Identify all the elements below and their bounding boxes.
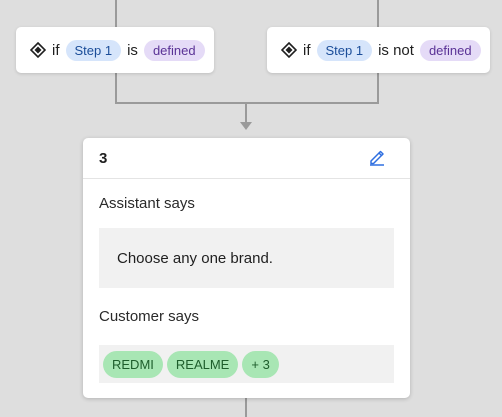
condition-operator: is	[127, 41, 138, 59]
condition-step-pill[interactable]: Step 1	[65, 39, 122, 61]
assistant-message: Choose any one brand.	[117, 249, 273, 267]
customer-option-chip[interactable]: REALME	[166, 350, 239, 378]
condition-value-pill[interactable]: defined	[419, 39, 481, 61]
connector-merge	[115, 102, 379, 104]
step-card[interactable]: 3 Assistant says Choose any one brand. C…	[83, 138, 410, 398]
customer-says-label: Customer says	[99, 308, 200, 325]
condition-value-pill[interactable]: defined	[143, 39, 205, 61]
connector-to-step	[245, 102, 247, 124]
connector-right-top	[377, 0, 379, 27]
condition-step-pill[interactable]: Step 1	[316, 39, 373, 61]
condition-prefix: if	[52, 41, 60, 59]
pencil-edit-icon[interactable]	[368, 148, 386, 166]
step-number: 3	[99, 150, 108, 167]
connector-arrow	[240, 122, 252, 130]
customer-options-box[interactable]: REDMI REALME + 3	[99, 345, 394, 383]
condition-diamond-icon	[281, 42, 297, 58]
connector-right-down	[377, 73, 379, 104]
condition-card-not-defined[interactable]: if Step 1 is not defined	[267, 27, 490, 73]
step-header: 3	[83, 138, 410, 179]
condition-card-defined[interactable]: if Step 1 is defined	[16, 27, 214, 73]
connector-left-top	[115, 0, 117, 27]
condition-prefix: if	[303, 41, 311, 59]
condition-operator: is not	[378, 41, 414, 59]
assistant-message-box[interactable]: Choose any one brand.	[99, 228, 394, 288]
customer-option-chip[interactable]: REDMI	[103, 350, 163, 378]
connector-left-down	[115, 73, 117, 104]
connector-bottom	[245, 398, 247, 417]
assistant-says-label: Assistant says	[99, 195, 195, 212]
condition-diamond-icon	[30, 42, 46, 58]
customer-more-options-chip[interactable]: + 3	[242, 350, 279, 378]
